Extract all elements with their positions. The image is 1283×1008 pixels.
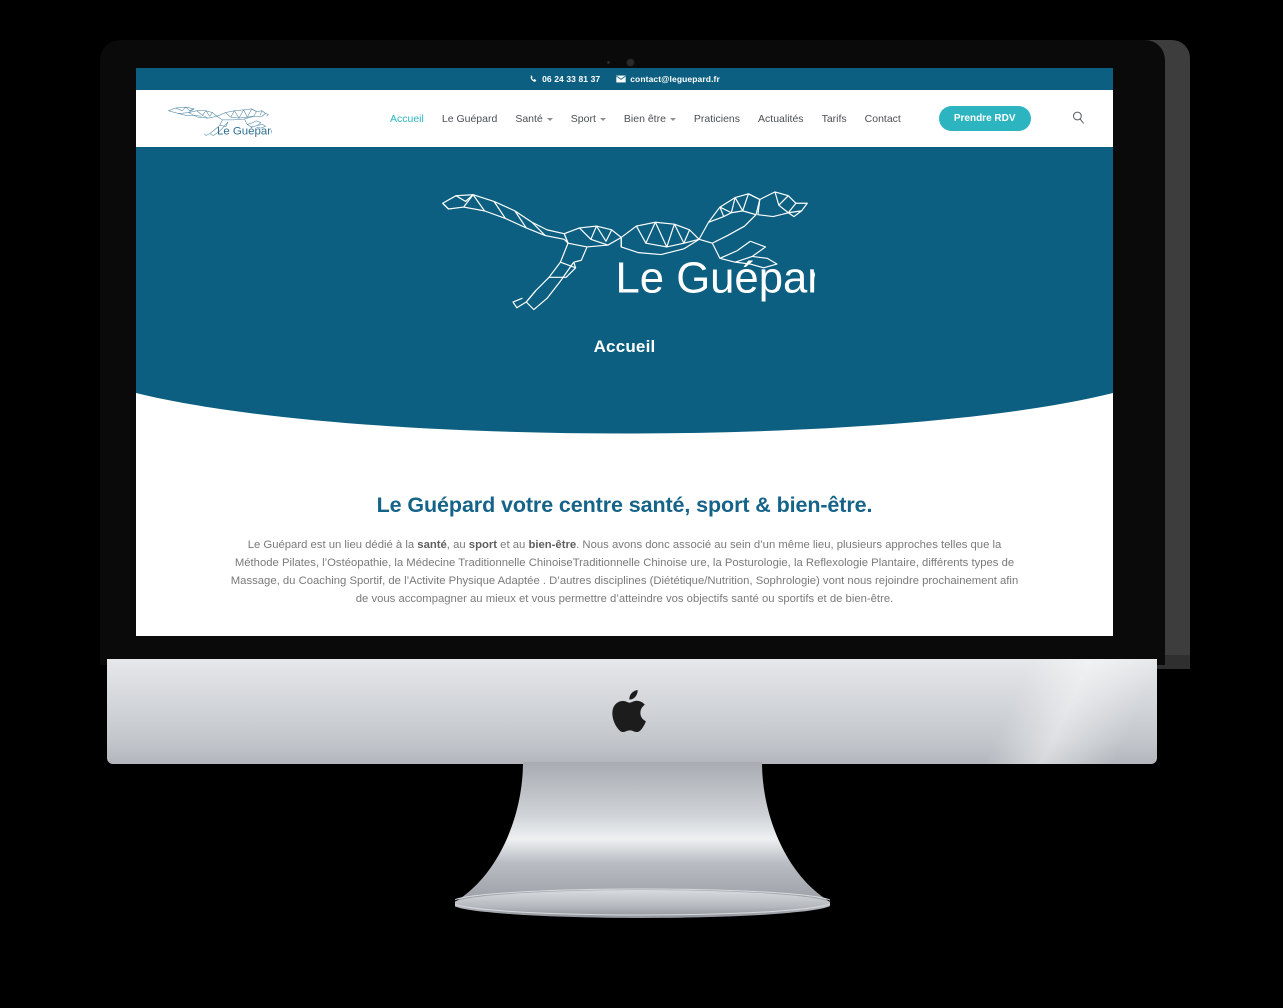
hero-logo: Le Guépard <box>435 171 815 321</box>
nav-item-actualites[interactable]: Actualités <box>758 113 804 125</box>
nav-item-contact[interactable]: Contact <box>865 113 901 125</box>
site-logo[interactable]: Le Guépard <box>162 97 272 141</box>
para-part: Le Guépard est un lieu dédié à la <box>247 539 418 551</box>
section-paragraph: Le Guépard est un lieu dédié à la santé,… <box>230 536 1020 608</box>
chevron-down-icon <box>599 117 606 121</box>
nav-item-bien-etre[interactable]: Bien être <box>624 113 676 125</box>
nav-label: Tarifs <box>821 112 847 125</box>
nav-item-sport[interactable]: Sport <box>571 113 606 125</box>
svg-text:Le Guépard: Le Guépard <box>217 125 272 137</box>
search-button[interactable] <box>1069 109 1089 129</box>
nav-label: Praticiens <box>693 112 741 125</box>
search-icon <box>1071 110 1086 128</box>
hero-curve-divider <box>136 387 1113 447</box>
chevron-down-icon <box>546 117 553 121</box>
nav-label: Contact <box>864 112 901 125</box>
nav-label: Accueil <box>390 112 424 125</box>
nav-item-le-guepard[interactable]: Le Guépard <box>442 113 497 125</box>
site-topbar: 06 24 33 81 37 contact@leguepard.fr <box>136 68 1113 90</box>
nav-label: Bien être <box>623 112 666 125</box>
prendre-rdv-button[interactable]: Prendre RDV <box>938 106 1031 131</box>
phone-icon <box>529 74 538 84</box>
chin-gloss <box>917 659 1157 764</box>
apple-logo-icon <box>609 683 655 739</box>
section-heading: Le Guépard votre centre santé, sport & b… <box>376 493 873 517</box>
page-title: Accueil <box>593 337 656 356</box>
main-content: Le Guépard votre centre santé, sport & b… <box>136 447 1113 608</box>
imac-chin <box>107 659 1157 764</box>
topbar-phone[interactable]: 06 24 33 81 37 <box>529 74 600 84</box>
imac-stand <box>455 762 830 924</box>
para-part: et au <box>497 539 529 551</box>
nav-label: Actualités <box>758 112 804 125</box>
envelope-icon <box>616 75 626 83</box>
nav-item-sante[interactable]: Santé <box>515 112 553 125</box>
camera-led-icon <box>607 61 610 64</box>
main-navigation: Accueil Le Guépard Santé Sport Bien être <box>390 106 1089 131</box>
topbar-email[interactable]: contact@leguepard.fr <box>616 74 720 84</box>
para-part: , au <box>446 539 469 551</box>
nav-item-praticiens[interactable]: Praticiens <box>694 113 740 125</box>
hero-section: Le Guépard Accueil <box>136 147 1113 447</box>
nav-item-tarifs[interactable]: Tarifs <box>822 113 847 125</box>
topbar-phone-text: 06 24 33 81 37 <box>542 74 601 84</box>
para-part-bold: santé <box>417 539 447 551</box>
para-part-bold: sport <box>468 539 498 551</box>
chevron-down-icon <box>669 117 676 121</box>
nav-label: Le Guépard <box>441 112 498 125</box>
nav-label: Sport <box>570 112 596 125</box>
browser-viewport: 06 24 33 81 37 contact@leguepard.fr Le G… <box>136 68 1113 636</box>
screenshot-stage: 06 24 33 81 37 contact@leguepard.fr Le G… <box>0 0 1283 1008</box>
nav-item-accueil[interactable]: Accueil <box>390 113 424 125</box>
topbar-email-text: contact@leguepard.fr <box>630 74 720 84</box>
site-header: Le Guépard Accueil Le Guépard Santé Spor… <box>136 90 1113 147</box>
hero-content: Le Guépard Accueil <box>136 147 1113 357</box>
para-part-bold: bien-être <box>528 539 577 551</box>
svg-text:Le Guépard: Le Guépard <box>615 254 814 303</box>
webcam-icon <box>627 59 634 66</box>
nav-label: Santé <box>515 112 543 125</box>
